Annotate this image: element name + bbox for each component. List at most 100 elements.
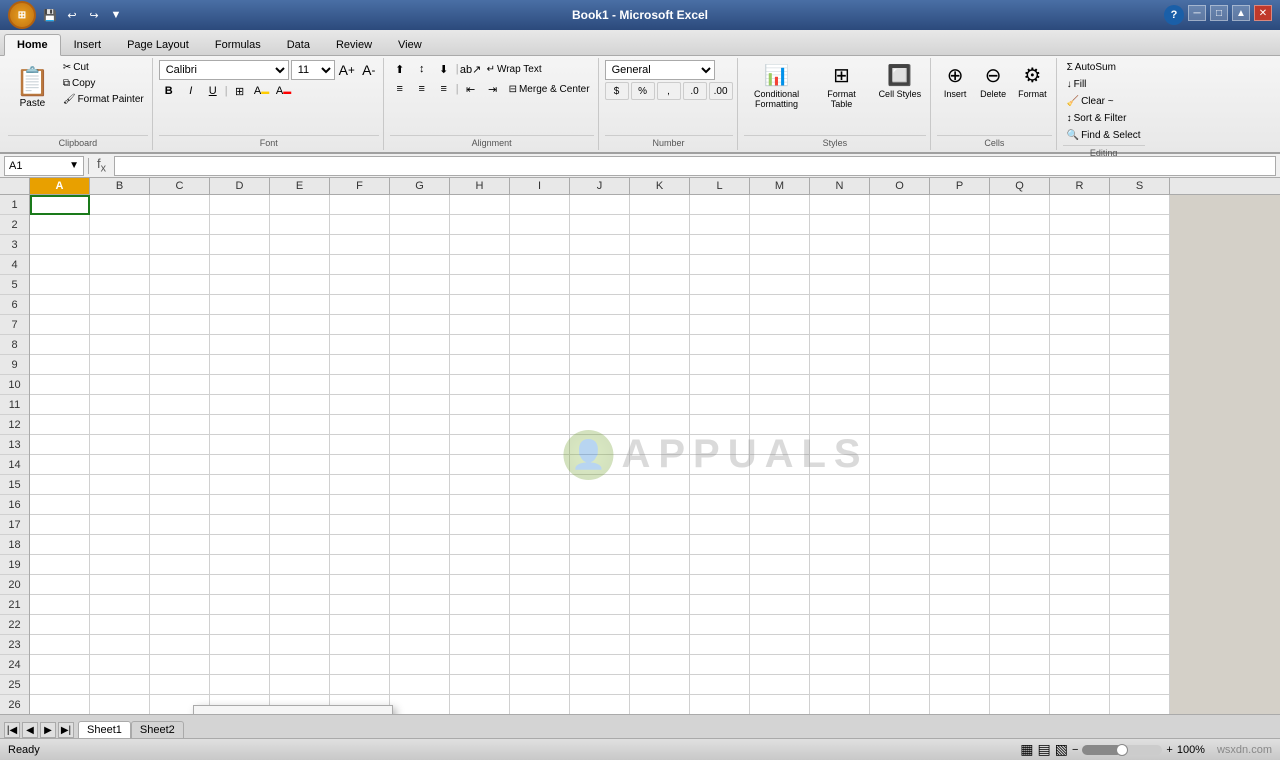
- cell-B23[interactable]: [90, 635, 150, 655]
- cell-H16[interactable]: [450, 495, 510, 515]
- cell-K22[interactable]: [630, 615, 690, 635]
- cell-B24[interactable]: [90, 655, 150, 675]
- cell-P7[interactable]: [930, 315, 990, 335]
- cell-D13[interactable]: [210, 435, 270, 455]
- cell-F24[interactable]: [330, 655, 390, 675]
- cell-I17[interactable]: [510, 515, 570, 535]
- last-sheet-button[interactable]: ▶|: [58, 722, 74, 738]
- cell-L16[interactable]: [690, 495, 750, 515]
- cell-B8[interactable]: [90, 335, 150, 355]
- cell-A21[interactable]: [30, 595, 90, 615]
- cell-C22[interactable]: [150, 615, 210, 635]
- cell-A26[interactable]: [30, 695, 90, 714]
- cell-I2[interactable]: [510, 215, 570, 235]
- cell-L1[interactable]: [690, 195, 750, 215]
- col-header-k[interactable]: K: [630, 178, 690, 194]
- cell-N22[interactable]: [810, 615, 870, 635]
- decrease-indent-button[interactable]: ⇤: [461, 80, 481, 98]
- cell-G14[interactable]: [390, 455, 450, 475]
- cell-J12[interactable]: [570, 415, 630, 435]
- context-insert[interactable]: Insert...: [194, 708, 392, 714]
- cell-C23[interactable]: [150, 635, 210, 655]
- cell-B25[interactable]: [90, 675, 150, 695]
- cell-A14[interactable]: [30, 455, 90, 475]
- cell-R13[interactable]: [1050, 435, 1110, 455]
- cell-C10[interactable]: [150, 375, 210, 395]
- increase-decimal-button[interactable]: .00: [709, 82, 733, 100]
- col-header-i[interactable]: I: [510, 178, 570, 194]
- cell-A10[interactable]: [30, 375, 90, 395]
- cell-J5[interactable]: [570, 275, 630, 295]
- formula-input[interactable]: [114, 156, 1276, 176]
- cell-Q6[interactable]: [990, 295, 1050, 315]
- cell-S12[interactable]: [1110, 415, 1170, 435]
- cell-J21[interactable]: [570, 595, 630, 615]
- cell-L22[interactable]: [690, 615, 750, 635]
- cell-L8[interactable]: [690, 335, 750, 355]
- col-header-h[interactable]: H: [450, 178, 510, 194]
- cell-S1[interactable]: [1110, 195, 1170, 215]
- col-header-m[interactable]: M: [750, 178, 810, 194]
- cell-F23[interactable]: [330, 635, 390, 655]
- row-num-4[interactable]: 4: [0, 255, 29, 275]
- cell-B21[interactable]: [90, 595, 150, 615]
- cell-P2[interactable]: [930, 215, 990, 235]
- cell-P24[interactable]: [930, 655, 990, 675]
- row-num-5[interactable]: 5: [0, 275, 29, 295]
- cell-J10[interactable]: [570, 375, 630, 395]
- cell-J2[interactable]: [570, 215, 630, 235]
- cell-Q14[interactable]: [990, 455, 1050, 475]
- cell-C20[interactable]: [150, 575, 210, 595]
- cell-Q13[interactable]: [990, 435, 1050, 455]
- help-button[interactable]: ?: [1164, 5, 1184, 25]
- cell-H14[interactable]: [450, 455, 510, 475]
- cell-S4[interactable]: [1110, 255, 1170, 275]
- cell-S6[interactable]: [1110, 295, 1170, 315]
- cell-F21[interactable]: [330, 595, 390, 615]
- cell-S24[interactable]: [1110, 655, 1170, 675]
- currency-button[interactable]: $: [605, 82, 629, 100]
- col-header-s[interactable]: S: [1110, 178, 1170, 194]
- cell-F18[interactable]: [330, 535, 390, 555]
- cell-D22[interactable]: [210, 615, 270, 635]
- cell-F20[interactable]: [330, 575, 390, 595]
- zoom-out-icon[interactable]: −: [1072, 744, 1078, 756]
- cell-K11[interactable]: [630, 395, 690, 415]
- cell-I10[interactable]: [510, 375, 570, 395]
- cell-S16[interactable]: [1110, 495, 1170, 515]
- col-header-b[interactable]: B: [90, 178, 150, 194]
- cell-J3[interactable]: [570, 235, 630, 255]
- cell-C16[interactable]: [150, 495, 210, 515]
- cell-S9[interactable]: [1110, 355, 1170, 375]
- cell-Q7[interactable]: [990, 315, 1050, 335]
- tab-page-layout[interactable]: Page Layout: [114, 34, 202, 55]
- cell-A12[interactable]: [30, 415, 90, 435]
- cell-E12[interactable]: [270, 415, 330, 435]
- cell-P15[interactable]: [930, 475, 990, 495]
- cell-P17[interactable]: [930, 515, 990, 535]
- cell-L3[interactable]: [690, 235, 750, 255]
- cell-M25[interactable]: [750, 675, 810, 695]
- cell-F5[interactable]: [330, 275, 390, 295]
- cell-R25[interactable]: [1050, 675, 1110, 695]
- cell-R9[interactable]: [1050, 355, 1110, 375]
- col-header-e[interactable]: E: [270, 178, 330, 194]
- cell-O9[interactable]: [870, 355, 930, 375]
- cell-B7[interactable]: [90, 315, 150, 335]
- cell-C18[interactable]: [150, 535, 210, 555]
- cell-R26[interactable]: [1050, 695, 1110, 714]
- redo-button[interactable]: ↪: [84, 5, 104, 25]
- cell-C11[interactable]: [150, 395, 210, 415]
- cell-G6[interactable]: [390, 295, 450, 315]
- find-select-button[interactable]: 🔍Find & Select: [1063, 128, 1145, 143]
- cell-Q17[interactable]: [990, 515, 1050, 535]
- col-header-o[interactable]: O: [870, 178, 930, 194]
- cell-E13[interactable]: [270, 435, 330, 455]
- cell-P1[interactable]: [930, 195, 990, 215]
- percent-button[interactable]: %: [631, 82, 655, 100]
- cell-H17[interactable]: [450, 515, 510, 535]
- cell-I26[interactable]: [510, 695, 570, 714]
- cell-H19[interactable]: [450, 555, 510, 575]
- cell-F3[interactable]: [330, 235, 390, 255]
- align-center-button[interactable]: ≡: [412, 80, 432, 98]
